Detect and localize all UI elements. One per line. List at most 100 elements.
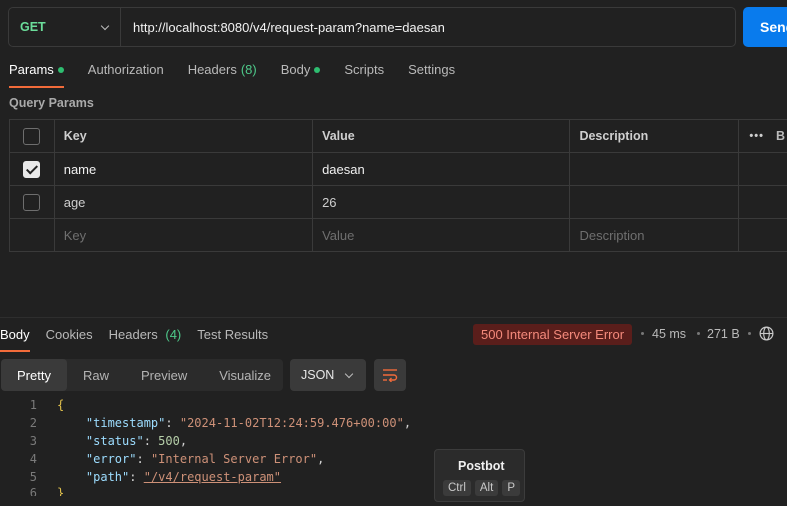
line-number: 2 <box>29 416 37 430</box>
wrap-lines-button[interactable] <box>374 359 406 391</box>
params-table: Key Value Description ••• B name daesan … <box>9 119 787 252</box>
param-description[interactable] <box>570 153 740 185</box>
tab-params[interactable]: Params <box>9 62 64 88</box>
key-p: P <box>502 480 520 496</box>
column-key: Key <box>55 120 314 152</box>
tab-cookies[interactable]: Cookies <box>46 327 93 352</box>
tab-label: Authorization <box>87 62 164 77</box>
tab-settings[interactable]: Settings <box>408 62 455 88</box>
separator-dot <box>697 332 700 335</box>
key-ctrl: Ctrl <box>443 480 471 496</box>
table-header: Key Value Description ••• B <box>10 120 787 153</box>
param-checkbox[interactable] <box>23 160 41 178</box>
json-value: "2024-11-02T12:24:59.476+00:00" <box>179 416 404 430</box>
response-size[interactable]: 271 B <box>707 327 740 341</box>
table-row: name daesan <box>10 153 787 186</box>
json-key: "path" <box>85 470 130 484</box>
tab-body[interactable]: Body <box>281 62 321 88</box>
tab-label: Headers <box>108 327 158 342</box>
tab-response-headers[interactable]: Headers (4) <box>109 327 182 352</box>
new-description-input[interactable]: Description <box>570 219 740 251</box>
tab-label: Scripts <box>344 62 385 77</box>
shortcut-keys: Ctrl Alt P <box>443 480 524 496</box>
response-headers-count: (4) <box>165 327 182 342</box>
key-alt: Alt <box>474 480 499 496</box>
code-line: 2 "timestamp": "2024-11-02T12:24:59.476+… <box>0 414 787 432</box>
line-number: 4 <box>29 452 37 466</box>
view-pretty-button[interactable]: Pretty <box>1 359 67 391</box>
separator-dot <box>641 332 644 335</box>
json-key: "error" <box>85 452 137 466</box>
format-label: JSON <box>301 368 335 382</box>
line-number: 6 <box>29 486 37 496</box>
param-key[interactable]: age <box>55 186 314 218</box>
more-options[interactable]: ••• B <box>739 120 787 152</box>
json-link-value[interactable]: "/v4/request-param" <box>144 470 281 484</box>
select-all-checkbox[interactable] <box>23 127 41 145</box>
table-row: age 26 <box>10 186 787 219</box>
tab-label: Body <box>280 62 311 77</box>
param-description[interactable] <box>570 186 740 218</box>
format-select[interactable]: JSON <box>290 359 366 391</box>
tab-headers[interactable]: Headers (8) <box>188 62 257 88</box>
json-value: 500 <box>158 434 180 448</box>
response-time[interactable]: 45 ms <box>652 327 686 341</box>
active-dot-icon <box>57 67 64 73</box>
json-key: "timestamp" <box>85 416 166 430</box>
new-key-input[interactable]: Key <box>55 219 314 251</box>
bulk-edit-label: B <box>775 129 785 143</box>
column-value: Value <box>313 120 571 152</box>
postbot-title: Postbot <box>458 459 505 473</box>
method-select[interactable]: GET <box>9 8 121 46</box>
param-key[interactable]: name <box>55 153 314 185</box>
query-params-title: Query Params <box>9 96 94 110</box>
globe-icon[interactable] <box>759 326 774 341</box>
more-horizontal-icon: ••• <box>749 130 764 142</box>
status-badge[interactable]: 500 Internal Server Error <box>473 324 633 345</box>
view-mode-group: Pretty Raw Preview Visualize <box>1 359 283 391</box>
chevron-down-icon <box>100 21 110 30</box>
response-code[interactable]: 1 { 2 "timestamp": "2024-11-02T12:24:59.… <box>0 396 787 496</box>
response-tabs: Body Cookies Headers (4) Test Results <box>0 327 284 352</box>
wrap-lines-icon <box>383 369 398 382</box>
active-dot-icon <box>314 67 321 73</box>
separator-dot <box>748 332 751 335</box>
param-value[interactable]: 26 <box>313 186 571 218</box>
line-number: 1 <box>29 398 37 412</box>
tab-test-results[interactable]: Test Results <box>197 327 268 352</box>
json-key: "status" <box>85 434 144 448</box>
tab-scripts[interactable]: Scripts <box>344 62 384 88</box>
table-row-new: Key Value Description <box>10 219 787 252</box>
view-visualize-button[interactable]: Visualize <box>203 359 287 391</box>
json-value: "Internal Server Error" <box>150 452 318 466</box>
code-line: 5 "path": "/v4/request-param" <box>0 468 787 486</box>
headers-count: (8) <box>240 62 257 77</box>
line-number: 3 <box>29 434 37 448</box>
new-value-input[interactable]: Value <box>313 219 571 251</box>
tab-label: Headers <box>187 62 237 77</box>
code-line: 6 } <box>0 486 787 496</box>
tab-label: Params <box>9 62 54 77</box>
url-input[interactable]: http://localhost:8080/v4/request-param?n… <box>121 20 445 35</box>
open-brace: { <box>57 398 65 412</box>
code-line: 1 { <box>0 396 787 414</box>
postbot-tooltip: Postbot Ctrl Alt P <box>434 449 525 502</box>
tab-label: Settings <box>408 62 456 77</box>
code-line: 4 "error": "Internal Server Error", <box>0 450 787 468</box>
chevron-down-icon <box>344 369 354 378</box>
request-tabs: Params Authorization Headers (8) Body Sc… <box>9 62 479 88</box>
url-bar: GET http://localhost:8080/v4/request-par… <box>8 7 736 47</box>
pane-divider[interactable] <box>0 317 787 318</box>
param-checkbox[interactable] <box>23 193 41 211</box>
code-line: 3 "status": 500, <box>0 432 787 450</box>
method-label: GET <box>20 20 46 34</box>
column-description: Description <box>570 120 740 152</box>
view-raw-button[interactable]: Raw <box>67 359 125 391</box>
view-preview-button[interactable]: Preview <box>125 359 203 391</box>
tab-response-body[interactable]: Body <box>0 327 30 352</box>
send-button[interactable]: Send <box>743 7 787 47</box>
line-number: 5 <box>29 470 37 484</box>
close-brace: } <box>57 486 65 496</box>
param-value[interactable]: daesan <box>313 153 571 185</box>
tab-authorization[interactable]: Authorization <box>88 62 164 88</box>
